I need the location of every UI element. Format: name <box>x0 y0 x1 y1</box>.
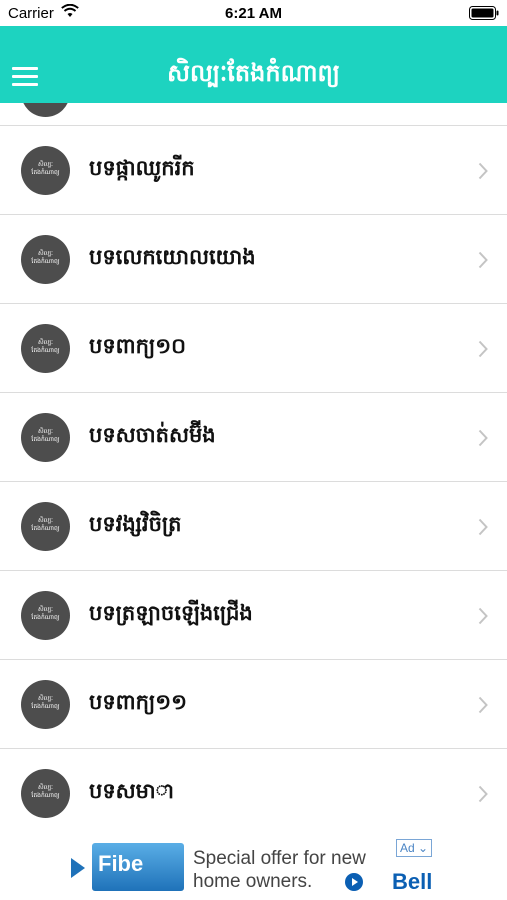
ad-text-line1: Special offer for new <box>193 848 366 869</box>
page-title: សិល្បៈតែងកំណាព្យ <box>167 59 340 87</box>
chevron-right-icon <box>478 162 488 180</box>
list-item-label: បទផ្កាឈូករីក <box>89 156 195 180</box>
avatar: សិល្បៈតែងកំណាព្យ <box>21 103 70 117</box>
ad-text-line2: home owners. <box>193 871 313 892</box>
list-item-label: បទសមាា <box>89 779 175 803</box>
list-item-label: បទសចាត់សម៊ីង <box>89 423 216 447</box>
list-item[interactable]: សិល្បៈ តែងកំណាព្យ បទលេកយោលយោង <box>0 215 507 304</box>
list-item[interactable]: សិល្បៈ តែងកំណាព្យ បទពាក្យ១០ <box>0 304 507 393</box>
play-arrow-icon <box>71 858 85 878</box>
list-item[interactable]: សិល្បៈ តែងកំណាព្យ បទសចាត់សម៊ីង <box>0 393 507 482</box>
list-item-label: បទពាក្យ១១ <box>89 690 188 714</box>
avatar: សិល្បៈតែងកំណាព្យ <box>21 591 70 640</box>
chevron-right-icon <box>478 696 488 714</box>
nav-bar: សិល្បៈតែងកំណាព្យ <box>0 26 507 103</box>
chevron-right-icon <box>478 251 488 269</box>
poem-list[interactable]: សិល្បៈតែងកំណាព្យ សិល្បៈតែងកំណាព្យ បទផ្កា… <box>0 103 507 833</box>
status-bar: Carrier 6:21 AM <box>0 0 507 26</box>
chevron-right-icon <box>478 785 488 803</box>
status-time: 6:21 AM <box>225 5 282 22</box>
ad-badge[interactable]: Ad ⌄ <box>396 839 433 857</box>
ad-logo: Fibe <box>92 843 184 891</box>
ad-brand: Bell <box>392 869 433 894</box>
avatar: សិល្បៈតែងកំណាព្យ <box>21 235 70 284</box>
list-item-label: បទត្រឡាចឡើងជ្រើង <box>89 601 253 625</box>
avatar: សិល្បៈតែងកំណាព្យ <box>21 769 70 818</box>
chevron-right-icon <box>478 429 488 447</box>
avatar: សិល្បៈតែងកំណាព្យ <box>21 146 70 195</box>
list-item[interactable]: សិល្បៈ តែងកំណាព្យ បទវង្សវិចិត្រ <box>0 482 507 571</box>
battery-icon <box>469 6 499 20</box>
avatar: សិល្បៈតែងកំណាព្យ <box>21 413 70 462</box>
menu-icon[interactable] <box>12 67 38 87</box>
ad-banner[interactable]: Fibe Special offer for new home owners. … <box>0 833 507 900</box>
avatar: សិល្បៈតែងកំណាព្យ <box>21 502 70 551</box>
chevron-right-icon <box>478 607 488 625</box>
list-item[interactable]: សិល្បៈ តែងកំណាព្យ បទត្រឡាចឡើងជ្រើង <box>0 571 507 660</box>
chevron-right-icon <box>478 340 488 358</box>
list-item-label: បទពាក្យ១០ <box>89 334 187 358</box>
avatar: សិល្បៈតែងកំណាព្យ <box>21 680 70 729</box>
list-item[interactable]: សិល្បៈ តែងកំណាព្យ បទសមាា <box>0 749 507 833</box>
list-item-label: បទលេកយោលយោង <box>89 245 256 269</box>
list-item-label: បទវង្សវិចិត្រ <box>89 512 182 536</box>
list-item-partial[interactable]: សិល្បៈតែងកំណាព្យ <box>0 103 507 126</box>
avatar: សិល្បៈតែងកំណាព្យ <box>21 324 70 373</box>
chevron-right-icon <box>478 518 488 536</box>
list-item[interactable]: សិល្បៈ តែងកំណាព្យ បទផ្កាឈូករីក <box>0 126 507 215</box>
play-circle-icon <box>345 873 363 891</box>
ad-text: Special offer for new home owners. <box>193 847 366 893</box>
list-item[interactable]: សិល្បៈ តែងកំណាព្យ បទពាក្យ១១ <box>0 660 507 749</box>
